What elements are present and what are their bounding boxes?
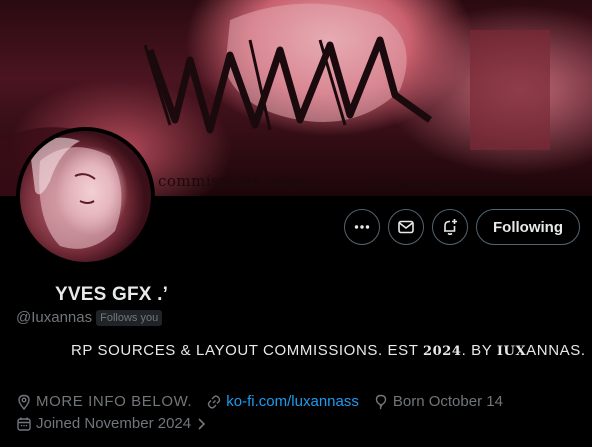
envelope-icon (398, 220, 414, 234)
display-name: YVES GFX .’ (55, 284, 169, 305)
more-horizontal-icon (354, 225, 370, 229)
following-button[interactable]: Following (476, 209, 580, 245)
bell-plus-icon (444, 219, 458, 236)
chevron-right-icon (198, 417, 206, 430)
handle-row: @Iuxannas Follows you (16, 309, 163, 326)
banner-credit: @IUXANNAS ON TWT. (396, 181, 514, 191)
link-icon (208, 394, 221, 409)
joined[interactable]: Joined November 2024 (16, 415, 207, 432)
location: MORE INFO BELOW. (16, 393, 192, 410)
website-link[interactable]: ko-fi.com/luxannass (226, 393, 359, 410)
balloon-icon (375, 394, 387, 409)
username: @Iuxannas (16, 309, 93, 326)
message-button[interactable] (388, 209, 425, 245)
bio-text: ANNAS. (526, 342, 586, 359)
calendar-icon (17, 417, 31, 431)
location-pin-icon (18, 394, 30, 410)
location-text: MORE INFO BELOW. (36, 393, 193, 410)
birthday: Born October 14 (373, 393, 503, 410)
more-button[interactable] (344, 209, 381, 245)
avatar[interactable] (16, 127, 155, 266)
profile-actions: Following (344, 209, 580, 245)
bio-text: . BY (461, 342, 497, 359)
bio: RP SOURCES & LAYOUT COMMISSIONS. EST 202… (71, 342, 586, 359)
avatar-art (30, 137, 122, 249)
profile-meta-joined[interactable]: Joined November 2024 (16, 415, 207, 432)
profile-meta: MORE INFO BELOW. ko-fi.com/luxannass Bor… (16, 393, 503, 410)
birthday-text: Born October 14 (392, 393, 503, 410)
joined-text: Joined November 2024 (36, 415, 192, 432)
banner-caption: commissions open. (158, 172, 311, 190)
notifications-button[interactable] (432, 209, 469, 245)
website[interactable]: ko-fi.com/luxannass (206, 393, 359, 410)
follows-you-badge: Follows you (96, 309, 163, 326)
bio-text: RP SOURCES & LAYOUT COMMISSIONS. EST (71, 342, 423, 359)
bio-name: IUX (496, 344, 527, 359)
bio-year: 2024 (423, 344, 462, 359)
